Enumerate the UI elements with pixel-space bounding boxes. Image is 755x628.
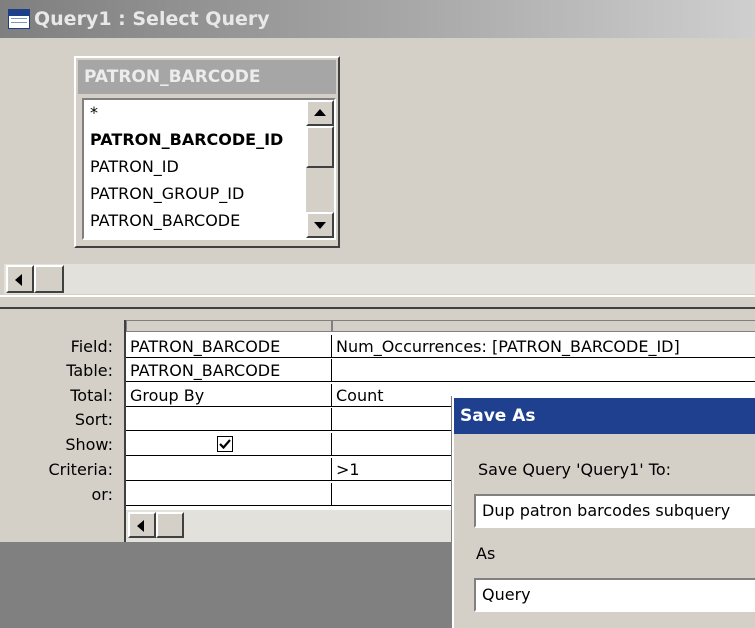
cell-show-col1[interactable] [126, 433, 332, 456]
row-label-show: Show: [65, 435, 113, 454]
grid-scroll-left-button[interactable] [128, 512, 156, 538]
cell-criteria-col1[interactable] [126, 458, 332, 481]
save-as-dialog[interactable]: Save As Save Query 'Query1' To: Dup patr… [452, 396, 755, 628]
arrow-down-icon [314, 222, 326, 229]
field-list-scrollbar[interactable] [306, 100, 334, 238]
save-to-label: Save Query 'Query1' To: [478, 460, 671, 479]
row-label-criteria: Criteria: [48, 460, 113, 479]
cell-field-col1[interactable]: PATRON_BARCODE [126, 335, 332, 358]
row-label-field: Field: [70, 337, 113, 356]
field-item-patron-group-id[interactable]: PATRON_GROUP_ID [90, 181, 244, 207]
as-label: As [476, 544, 496, 563]
cell-or-col1[interactable] [126, 483, 332, 506]
cell-total-col1[interactable]: Group By [126, 384, 332, 407]
field-item-all[interactable]: * [90, 100, 98, 126]
cell-field-col2[interactable]: Num_Occurrences: [PATRON_BARCODE_ID] [332, 335, 755, 358]
hscroll-thumb[interactable] [34, 265, 64, 293]
grid-hscroll-thumb[interactable] [156, 512, 184, 538]
show-checkbox-col1[interactable] [217, 436, 233, 452]
field-list-title[interactable]: PATRON_BARCODE [78, 60, 336, 94]
dialog-title[interactable]: Save As [454, 398, 755, 434]
cell-sort-col1[interactable] [126, 408, 332, 431]
field-item-patron-id[interactable]: PATRON_ID [90, 154, 179, 180]
row-label-total: Total: [70, 386, 113, 405]
column-selector-1[interactable] [126, 320, 332, 332]
field-item-patron-barcode-id[interactable]: PATRON_BARCODE_ID [90, 127, 283, 153]
query-window-icon[interactable] [8, 9, 30, 29]
row-label-or: or: [91, 485, 113, 504]
scroll-down-button[interactable] [306, 212, 334, 238]
object-type-select[interactable]: Query [474, 578, 755, 612]
scroll-up-button[interactable] [306, 100, 334, 126]
arrow-left-icon [15, 274, 22, 286]
checkmark-icon [219, 439, 231, 450]
field-item-patron-barcode[interactable]: PATRON_BARCODE [90, 208, 240, 234]
field-list-box[interactable]: * PATRON_BARCODE_ID PATRON_ID PATRON_GRO… [82, 98, 336, 240]
query-name-input[interactable]: Dup patron barcodes subquery [474, 494, 755, 528]
table-pane-hscrollbar[interactable] [4, 264, 755, 294]
scroll-left-button[interactable] [6, 265, 34, 293]
cell-table-col1[interactable]: PATRON_BARCODE [126, 359, 332, 382]
scroll-thumb[interactable] [306, 126, 334, 168]
row-label-table: Table: [66, 361, 113, 380]
arrow-left-icon [137, 520, 144, 532]
cell-table-col2[interactable] [332, 359, 755, 382]
row-label-sort: Sort: [74, 410, 113, 429]
pane-splitter[interactable] [0, 295, 755, 309]
window-titlebar[interactable]: Query1 : Select Query [0, 0, 755, 38]
field-list-window[interactable]: PATRON_BARCODE * PATRON_BARCODE_ID PATRO… [74, 56, 340, 248]
arrow-up-icon [314, 109, 326, 116]
window-title: Query1 : Select Query [34, 8, 270, 30]
column-selector-2[interactable] [332, 320, 755, 332]
